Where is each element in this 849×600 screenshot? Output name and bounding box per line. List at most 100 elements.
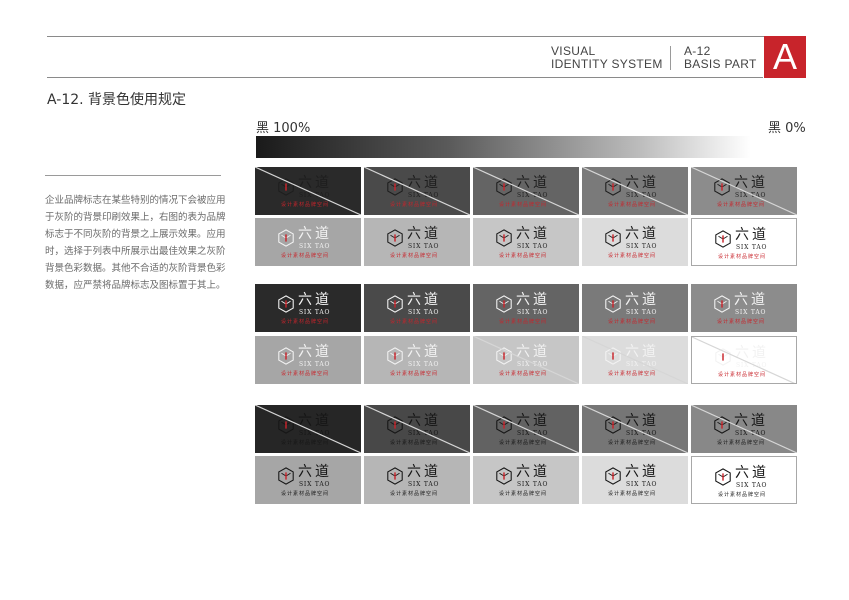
bg-swatch: 六道 SIX TAO 设计素材品牌空间 xyxy=(364,167,470,215)
logo-sub-text: 设计素材品牌空间 xyxy=(499,253,548,259)
logo-en-text: SIX TAO xyxy=(408,481,440,488)
bg-swatch: 六道 SIX TAO 设计素材品牌空间 xyxy=(255,456,361,504)
logo-en-text: SIX TAO xyxy=(299,309,331,316)
brand-logo: 六道 SIX TAO 设计素材品牌空间 xyxy=(255,456,361,504)
bg-swatch: 六道 SIX TAO 设计素材品牌空间 xyxy=(691,167,797,215)
hexagon-logo-icon xyxy=(278,467,294,485)
bg-swatch: 六道 SIX TAO 设计素材品牌空间 xyxy=(364,336,470,384)
brand-logo: 六道 SIX TAO 设计素材品牌空间 xyxy=(582,284,688,332)
logo-sub-text: 设计素材品牌空间 xyxy=(281,319,330,325)
gradient-right-label: 黑 0% xyxy=(768,121,806,136)
logo-en-text: SIX TAO xyxy=(408,243,440,250)
logo-en-text: SIX TAO xyxy=(408,361,440,368)
bg-swatch: 六道 SIX TAO 设计素材品牌空间 xyxy=(364,456,470,504)
logo-sub-text: 设计素材品牌空间 xyxy=(718,254,767,260)
logo-sub-text: 设计素材品牌空间 xyxy=(608,319,657,325)
logo-cn-text: 六道 xyxy=(516,464,550,480)
hexagon-logo-icon xyxy=(715,468,731,486)
logo-sub-text: 设计素材品牌空间 xyxy=(608,491,657,497)
bg-swatch: 六道 SIX TAO 设计素材品牌空间 xyxy=(582,167,688,215)
hexagon-logo-icon xyxy=(605,229,621,247)
bg-swatch: 六道 SIX TAO 设计素材品牌空间 xyxy=(582,405,688,453)
hexagon-logo-icon xyxy=(387,467,403,485)
logo-en-text: SIX TAO xyxy=(736,482,768,489)
invalid-slash-icon xyxy=(473,167,579,215)
logo-sub-text: 设计素材品牌空间 xyxy=(281,371,330,377)
hexagon-logo-icon xyxy=(278,347,294,365)
brand-logo: 六道 SIX TAO 设计素材品牌空间 xyxy=(364,456,470,504)
bg-swatch: 六道 SIX TAO 设计素材品牌空间 xyxy=(582,456,688,504)
logo-sub-text: 设计素材品牌空间 xyxy=(718,492,767,498)
logo-sub-text: 设计素材品牌空间 xyxy=(390,319,439,325)
bg-swatch: 六道 SIX TAO 设计素材品牌空间 xyxy=(255,405,361,453)
logo-cn-text: 六道 xyxy=(298,464,332,480)
brand-logo: 六道 SIX TAO 设计素材品牌空间 xyxy=(255,336,361,384)
logo-en-text: SIX TAO xyxy=(517,481,549,488)
header-left-title: VISUAL IDENTITY SYSTEM xyxy=(551,45,663,71)
brand-logo: 六道 SIX TAO 设计素材品牌空间 xyxy=(255,284,361,332)
bg-swatch: 六道 SIX TAO 设计素材品牌空间 xyxy=(473,218,579,266)
logo-en-text: SIX TAO xyxy=(626,481,658,488)
bg-swatch: 六道 SIX TAO 设计素材品牌空间 xyxy=(582,336,688,384)
logo-cn-text: 六道 xyxy=(407,292,441,308)
header-separator xyxy=(670,46,671,70)
brand-logo: 六道 SIX TAO 设计素材品牌空间 xyxy=(473,284,579,332)
logo-cn-text: 六道 xyxy=(734,292,768,308)
logo-en-text: SIX TAO xyxy=(517,243,549,250)
bg-swatch: 六道 SIX TAO 设计素材品牌空间 xyxy=(473,167,579,215)
logo-sub-text: 设计素材品牌空间 xyxy=(281,253,330,259)
description-rule xyxy=(45,175,221,176)
logo-en-text: SIX TAO xyxy=(626,309,658,316)
logo-en-text: SIX TAO xyxy=(408,309,440,316)
logo-en-text: SIX TAO xyxy=(736,244,768,251)
bg-swatch: 六道 SIX TAO 设计素材品牌空间 xyxy=(255,167,361,215)
invalid-slash-icon xyxy=(692,337,796,383)
logo-cn-text: 六道 xyxy=(625,292,659,308)
invalid-slash-icon xyxy=(364,405,470,453)
logo-cn-text: 六道 xyxy=(516,292,550,308)
bg-swatch: 六道 SIX TAO 设计素材品牌空间 xyxy=(691,218,797,266)
bg-swatch: 六道 SIX TAO 设计素材品牌空间 xyxy=(364,405,470,453)
invalid-slash-icon xyxy=(582,405,688,453)
bg-swatch: 六道 SIX TAO 设计素材品牌空间 xyxy=(473,456,579,504)
bg-swatch: 六道 SIX TAO 设计素材品牌空间 xyxy=(364,218,470,266)
invalid-slash-icon xyxy=(255,405,361,453)
brand-logo: 六道 SIX TAO 设计素材品牌空间 xyxy=(364,218,470,266)
logo-cn-text: 六道 xyxy=(735,227,769,243)
brand-logo: 六道 SIX TAO 设计素材品牌空间 xyxy=(692,457,796,503)
invalid-slash-icon xyxy=(691,167,797,215)
logo-sub-text: 设计素材品牌空间 xyxy=(499,491,548,497)
bg-swatch: 六道 SIX TAO 设计素材品牌空间 xyxy=(691,336,797,384)
hexagon-logo-icon xyxy=(714,295,730,313)
header-left-line2: IDENTITY SYSTEM xyxy=(551,57,663,71)
page-title: A-12. 背景色使用规定 xyxy=(47,92,187,108)
logo-en-text: SIX TAO xyxy=(299,361,331,368)
hexagon-logo-icon xyxy=(387,295,403,313)
logo-cn-text: 六道 xyxy=(516,226,550,242)
description-text: 企业品牌标志在某些特别的情况下会被应用于灰阶的背景印刷效果上，右图的表为品牌标志… xyxy=(45,195,226,291)
logo-sub-text: 设计素材品牌空间 xyxy=(717,319,766,325)
logo-cn-text: 六道 xyxy=(625,226,659,242)
logo-sub-text: 设计素材品牌空间 xyxy=(390,371,439,377)
brand-logo: 六道 SIX TAO 设计素材品牌空间 xyxy=(473,218,579,266)
brand-logo: 六道 SIX TAO 设计素材品牌空间 xyxy=(364,336,470,384)
hexagon-logo-icon xyxy=(605,467,621,485)
header-bottom-rule xyxy=(47,77,763,78)
invalid-slash-icon xyxy=(255,167,361,215)
section-badge: A xyxy=(764,36,806,78)
invalid-slash-icon xyxy=(364,167,470,215)
header-right-line2: BASIS PART xyxy=(684,57,757,71)
bg-swatch: 六道 SIX TAO 设计素材品牌空间 xyxy=(255,218,361,266)
brand-logo: 六道 SIX TAO 设计素材品牌空间 xyxy=(473,456,579,504)
logo-sub-text: 设计素材品牌空间 xyxy=(608,253,657,259)
invalid-slash-icon xyxy=(473,336,579,384)
invalid-slash-icon xyxy=(473,405,579,453)
logo-cn-text: 六道 xyxy=(407,226,441,242)
hexagon-logo-icon xyxy=(715,230,731,248)
hexagon-logo-icon xyxy=(278,295,294,313)
gradient-left-label: 黑 100% xyxy=(256,121,311,136)
logo-cn-text: 六道 xyxy=(407,344,441,360)
brand-logo: 六道 SIX TAO 设计素材品牌空间 xyxy=(691,284,797,332)
logo-en-text: SIX TAO xyxy=(299,481,331,488)
bg-swatch: 六道 SIX TAO 设计素材品牌空间 xyxy=(255,336,361,384)
